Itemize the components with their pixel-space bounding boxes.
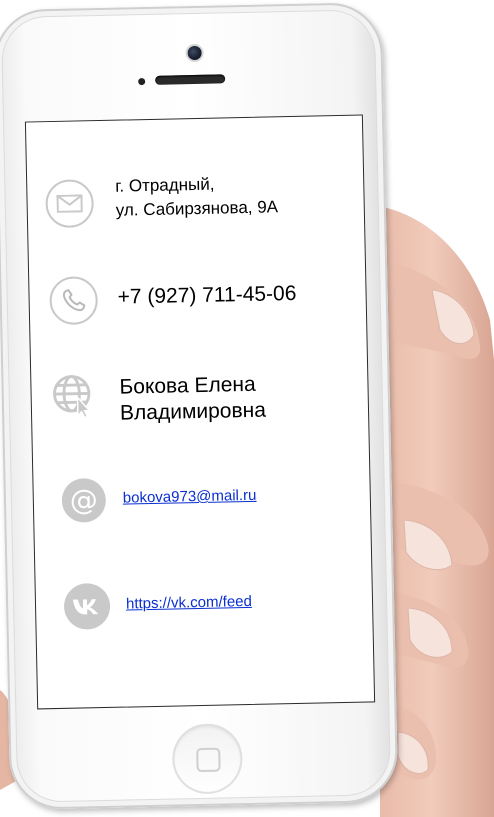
phone-number[interactable]: +7 (927) 711-45-06	[117, 282, 296, 310]
home-square-icon	[196, 747, 221, 773]
vk-row: https://vk.com/feed	[36, 577, 372, 630]
home-button[interactable]	[171, 723, 244, 795]
earpiece-speaker	[155, 74, 226, 85]
envelope-icon	[45, 179, 95, 229]
email-row: @ bokova973@mail.ru	[33, 472, 369, 523]
phone-icon	[49, 276, 99, 326]
contact-name: Бокова Елена Владимировна	[119, 372, 266, 427]
name-line-1: Бокова Елена	[119, 372, 256, 399]
phone-row: +7 (927) 711-45-06	[29, 270, 365, 326]
front-camera	[185, 43, 204, 63]
globe-cursor-icon	[51, 373, 96, 419]
email-link[interactable]: bokova973@mail.ru	[123, 487, 257, 507]
vk-logo-icon	[63, 582, 111, 630]
address-line-1: г. Отрадный,	[115, 174, 215, 196]
phone-screen: г. Отрадный, ул. Сабирзянова, 9А +7 (927…	[24, 114, 376, 710]
proximity-sensor	[138, 78, 146, 86]
address-row: г. Отрадный, ул. Сабирзянова, 9А	[27, 166, 363, 229]
address-line-2: ул. Сабирзянова, 9А	[115, 197, 279, 220]
vk-link[interactable]: https://vk.com/feed	[126, 593, 252, 613]
address-text: г. Отрадный, ул. Сабирзянова, 9А	[115, 171, 278, 222]
at-sign-icon: @	[61, 477, 107, 523]
name-line-2: Владимировна	[119, 398, 267, 425]
name-row: Бокова Елена Владимировна	[31, 365, 367, 425]
